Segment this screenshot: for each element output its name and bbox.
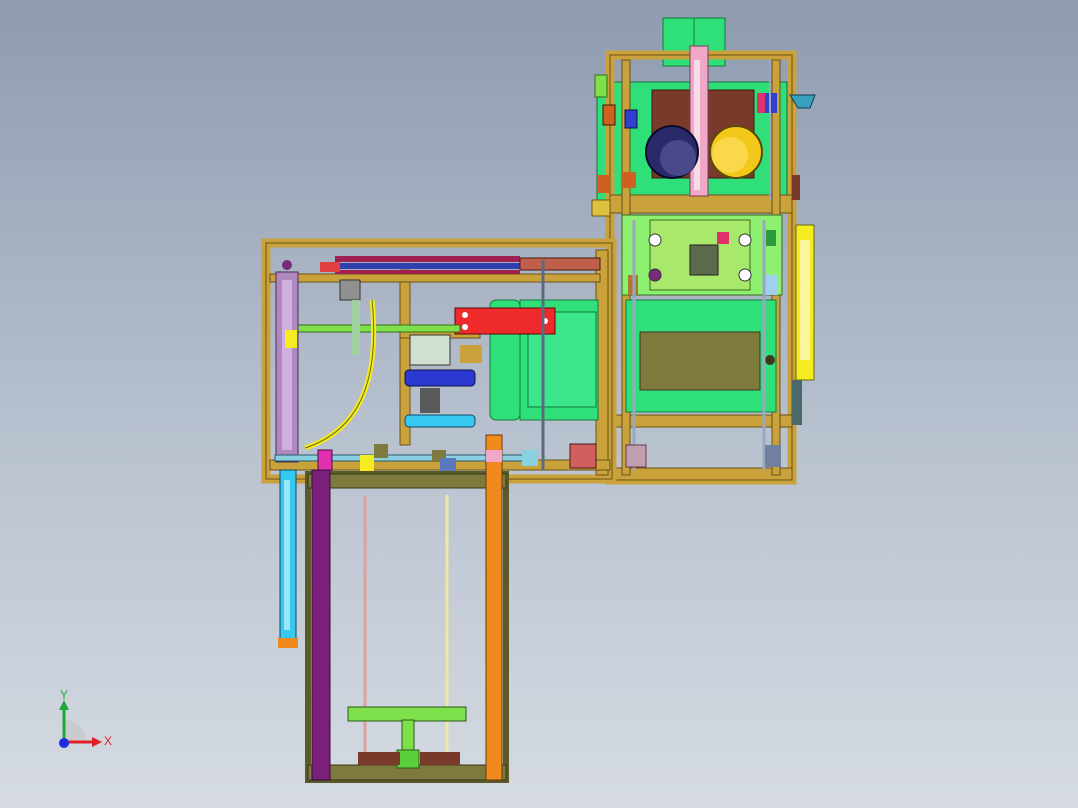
purple-post: [311, 469, 331, 781]
lower-tower: [278, 434, 509, 783]
green-tray: [347, 706, 467, 722]
y-axis-label: Y: [60, 688, 68, 702]
red-gripper-arm: [454, 307, 556, 335]
orange-post: [485, 434, 503, 781]
cad-viewport[interactable]: Y X: [0, 0, 1078, 808]
x-axis-label: X: [104, 734, 112, 748]
triad-origin: [59, 738, 69, 748]
machine-assembly-drawing: Y X: [59, 17, 816, 783]
olive-box: [639, 331, 761, 391]
yellow-hose: [304, 299, 377, 451]
blue-roller: [404, 369, 476, 387]
coordinate-triad: Y X: [59, 688, 112, 748]
right-tower: [591, 17, 816, 485]
tower-beam-upper: [609, 194, 793, 214]
triad-quadrant: [64, 720, 86, 742]
upper-left-frame: [261, 238, 617, 484]
